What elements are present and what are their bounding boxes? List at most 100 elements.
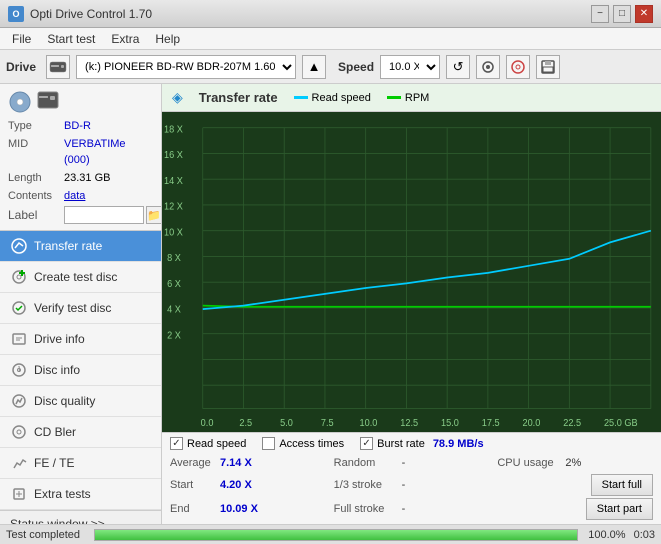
label-folder-btn[interactable]: 📁 [146,206,162,224]
read-speed-checkbox[interactable]: ✓ [170,437,183,450]
nav-fe-te[interactable]: FE / TE [0,448,161,479]
toolbar: Drive (k:) PIONEER BD-RW BDR-207M 1.60 ▲… [0,50,661,84]
svg-text:5.0: 5.0 [280,418,293,430]
svg-text:0.0: 0.0 [201,418,214,430]
status-window-btn[interactable]: Status window >> [0,510,161,524]
stats-bar: ✓ Read speed Access times ✓ Burst rate 7… [162,432,661,524]
status-window-label: Status window >> [10,517,105,524]
svg-text:10.0: 10.0 [360,418,378,430]
burst-rate-cb-label: Burst rate [377,438,425,450]
stat-start-value: 4.20 X [220,476,262,494]
disc-contents-label: Contents [8,188,64,204]
cb-read-speed: ✓ Read speed [170,437,246,450]
maximize-button[interactable]: □ [613,5,631,23]
nav-create-test-disc[interactable]: Create test disc [0,262,161,293]
progress-bar-container [94,529,578,541]
svg-text:4 X: 4 X [167,304,181,316]
status-text: Test completed [6,529,86,541]
chart-svg: 18 X 16 X 14 X 12 X 10 X 8 X 6 X 4 X 2 X… [162,116,661,432]
svg-text:22.5: 22.5 [563,418,581,430]
progress-row: Test completed 100.0% 0:03 [0,524,661,544]
start-full-btn[interactable]: Start full [591,474,653,496]
nav-cd-bler[interactable]: CD Bler [0,417,161,448]
burst-rate-value: 78.9 MB/s [433,438,484,450]
svg-text:8 X: 8 X [167,253,181,265]
burst-rate-checkbox[interactable]: ✓ [360,437,373,450]
chart-icon: ◈ [172,89,183,106]
speed-select[interactable]: 10.0 X ↓ [380,55,440,79]
checkbox-row: ✓ Read speed Access times ✓ Burst rate 7… [170,437,653,450]
create-disc-icon [10,268,28,286]
menu-extra[interactable]: Extra [103,30,147,48]
legend-read-speed-label: Read speed [312,92,371,104]
nav-transfer-rate[interactable]: Transfer rate [0,231,161,262]
disc-mid-row: MID VERBATIMe (000) [8,136,153,168]
stat-1third-label: 1/3 stroke [334,476,398,494]
disc-btn[interactable] [506,55,530,79]
minimize-button[interactable]: − [591,5,609,23]
close-button[interactable]: ✕ [635,5,653,23]
stat-end-label: End [170,500,216,518]
nav-disc-quality[interactable]: Disc quality [0,386,161,417]
disc-length-value: 23.31 GB [64,170,110,186]
drive-icon-btn[interactable] [46,55,70,79]
nav-cd-bler-label: CD Bler [34,425,76,439]
extra-tests-icon [10,485,28,503]
stat-end-value: 10.09 X [220,500,262,518]
access-times-checkbox[interactable] [262,437,275,450]
disc-contents-value[interactable]: data [64,188,85,204]
speed-label: Speed [338,60,374,74]
progress-bar-fill [95,530,577,540]
svg-text:12 X: 12 X [164,201,183,213]
menu-start-test[interactable]: Start test [39,30,103,48]
nav-verify-test-disc[interactable]: Verify test disc [0,293,161,324]
sidebar: Type BD-R MID VERBATIMe (000) Length 23.… [0,84,162,524]
drive-select[interactable]: (k:) PIONEER BD-RW BDR-207M 1.60 [76,55,296,79]
nav-disc-info-label: Disc info [34,363,80,377]
svg-text:2.5: 2.5 [239,418,252,430]
disc-mid-label: MID [8,136,64,168]
disc-panel-icon2 [36,90,60,114]
menu-help[interactable]: Help [147,30,188,48]
disc-label-input[interactable] [64,206,144,224]
stats-grid: Average 7.14 X Random - CPU usage 2% Sta… [170,454,653,520]
nav-drive-info[interactable]: Drive info [0,324,161,355]
nav-extra-tests[interactable]: Extra tests [0,479,161,510]
menu-file[interactable]: File [4,30,39,48]
svg-text:14 X: 14 X [164,175,183,187]
svg-text:16 X: 16 X [164,150,183,162]
nav-verify-test-disc-label: Verify test disc [34,301,111,315]
window-controls: − □ ✕ [591,5,653,23]
fe-te-icon [10,454,28,472]
settings-btn[interactable] [476,55,500,79]
stat-cpu-row: CPU usage 2% [497,454,653,472]
nav-create-test-disc-label: Create test disc [34,270,117,284]
svg-text:12.5: 12.5 [400,418,418,430]
save-btn[interactable] [536,55,560,79]
nav-disc-quality-label: Disc quality [34,394,95,408]
read-speed-check: ✓ [172,438,180,449]
stat-average-value: 7.14 X [220,454,262,472]
svg-text:17.5: 17.5 [482,418,500,430]
legend-read-speed: Read speed [294,92,371,104]
legend-rpm-label: RPM [405,92,429,104]
stat-random-row: Random - [334,454,490,472]
stat-fullstroke-value: - [402,500,406,518]
nav-drive-info-label: Drive info [34,332,85,346]
start-part-btn[interactable]: Start part [586,498,653,520]
read-speed-cb-label: Read speed [187,438,246,450]
eject-btn[interactable]: ▲ [302,55,326,79]
app-icon: O [8,6,24,22]
refresh-btn[interactable]: ↺ [446,55,470,79]
legend-read-speed-color [294,96,308,99]
svg-text:15.0: 15.0 [441,418,459,430]
stat-start-row: Start 4.20 X [170,474,326,496]
stat-1third-value: - [402,476,406,494]
disc-type-label: Type [8,118,64,134]
stat-cpu-label: CPU usage [497,454,561,472]
chart-header: ◈ Transfer rate Read speed RPM [162,84,661,112]
nav-disc-info[interactable]: i Disc info [0,355,161,386]
stat-average-row: Average 7.14 X [170,454,326,472]
svg-text:20.0: 20.0 [523,418,541,430]
disc-type-value: BD-R [64,118,91,134]
